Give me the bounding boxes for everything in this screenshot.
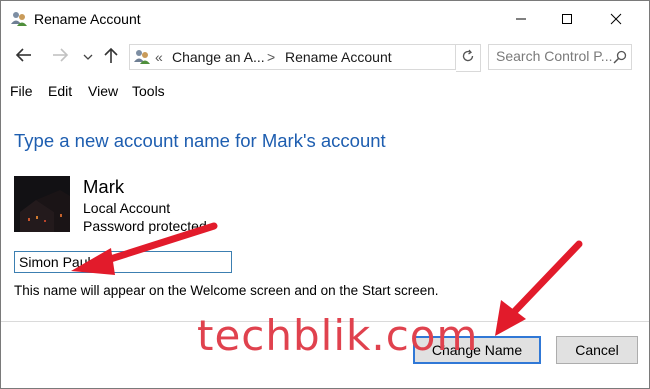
breadcrumb-separator[interactable]: >: [267, 49, 275, 65]
back-button[interactable]: [13, 46, 35, 68]
navigation-bar: « Change an A... > Rename Account: [1, 37, 649, 77]
avatar: [14, 176, 70, 232]
page-title: Type a new account name for Mark's accou…: [14, 130, 386, 151]
close-button[interactable]: [593, 1, 639, 37]
search-input[interactable]: [489, 45, 616, 67]
breadcrumb-overflow[interactable]: «: [155, 49, 163, 65]
password-status: Password protected: [83, 218, 207, 234]
maximize-icon: [561, 13, 573, 25]
rename-account-window: Rename Account « Change an A... > Rename…: [0, 0, 650, 389]
forward-arrow-icon: [51, 47, 69, 67]
arrow-to-change-name-button: [495, 240, 583, 336]
users-icon: [10, 10, 28, 28]
user-name: Mark: [83, 176, 125, 197]
account-type: Local Account: [83, 200, 171, 216]
search-icon[interactable]: [613, 50, 627, 69]
new-account-name-field[interactable]: [14, 251, 232, 273]
minimize-button[interactable]: [498, 1, 544, 37]
cancel-button[interactable]: Cancel: [556, 336, 638, 364]
users-icon: [133, 48, 151, 66]
refresh-button[interactable]: [456, 44, 481, 72]
menu-bar: File Edit View Tools: [1, 79, 649, 103]
refresh-icon: [461, 49, 475, 68]
forward-button[interactable]: [49, 46, 71, 68]
search-box[interactable]: [488, 44, 632, 70]
breadcrumb-rename-account[interactable]: Rename Account: [285, 49, 392, 65]
menu-file[interactable]: File: [10, 83, 33, 99]
close-icon: [610, 13, 622, 25]
menu-edit[interactable]: Edit: [48, 83, 72, 99]
watermark: techblik.com: [197, 311, 479, 360]
name-hint-text: This name will appear on the Welcome scr…: [14, 283, 439, 298]
breadcrumb-change-account[interactable]: Change an A...: [172, 49, 265, 65]
up-button[interactable]: [101, 46, 121, 68]
menu-view[interactable]: View: [88, 83, 118, 99]
chevron-down-icon: [83, 48, 93, 66]
title-bar: Rename Account: [1, 1, 649, 37]
window-title: Rename Account: [34, 11, 141, 27]
back-arrow-icon: [15, 47, 33, 67]
recent-locations-button[interactable]: [81, 46, 95, 68]
menu-tools[interactable]: Tools: [132, 83, 165, 99]
address-bar[interactable]: « Change an A... > Rename Account: [129, 44, 456, 70]
minimize-icon: [515, 13, 527, 25]
up-arrow-icon: [104, 46, 118, 69]
maximize-button[interactable]: [544, 1, 590, 37]
